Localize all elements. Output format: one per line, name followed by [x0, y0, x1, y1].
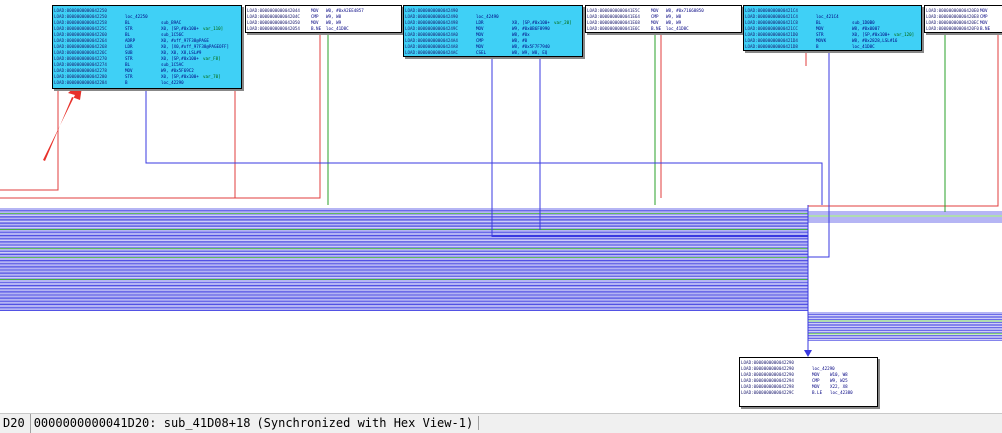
asm-mn: B.NE: [311, 26, 322, 31]
status-sync: (Synchronized with Hex View-1): [256, 416, 474, 430]
code-block-loc_421C4[interactable]: LOAD:00000000000421C4 LOAD:00000000000421…: [743, 5, 922, 51]
asm-op: loc_42290: [161, 80, 184, 85]
edge-false-n6: [808, 31, 999, 207]
code-block-42044[interactable]: LOAD:0000000000042044 MOV W0, #0xA2EE4857 L…: [245, 5, 402, 33]
asm-line[interactable]: LOAD:0000000000041E6C B.NE loc_41D8C: [586, 26, 741, 32]
asm-mn: B: [476, 56, 479, 57]
asm-addr: LOAD:0000000000041E6C: [587, 26, 640, 31]
asm-addr: LOAD:00000000000420F0: [926, 26, 979, 31]
asm-mn: B.NE: [980, 26, 991, 31]
asm-addr: LOAD:00000000000421D8: [745, 44, 798, 49]
asm-line[interactable]: LOAD:0000000000042054 B.NE loc_41D8C: [246, 26, 401, 32]
code-block-loc_42490[interactable]: LOAD:0000000000042490 LOAD:00000000000424…: [403, 5, 583, 57]
edge-false-n1: [0, 87, 59, 191]
status-cursor-short: D20: [3, 416, 25, 430]
edge-uncond-n1: [145, 87, 823, 205]
asm-line[interactable]: LOAD:000000000004229C B.LE loc_42380: [740, 390, 877, 396]
asm-addr: LOAD:00000000000424B0: [405, 56, 458, 57]
asm-addr: LOAD:0000000000042284: [54, 80, 107, 85]
status-divider: [478, 416, 480, 430]
code-block-41E5C[interactable]: LOAD:0000000000041E5C MOV W8, #0x71668850 L…: [585, 5, 742, 33]
asm-op: loc_41D8C: [326, 26, 349, 31]
asm-mn: B.NE: [651, 26, 662, 31]
edge-arrowhead: [804, 350, 812, 357]
asm-line[interactable]: LOAD:00000000000424B0 Bloc_41D8C: [404, 56, 582, 57]
asm-op: loc_41D8C: [666, 26, 689, 31]
code-block-loc_42250[interactable]: LOAD:0000000000042250 LOAD:00000000000422…: [52, 5, 242, 89]
asm-line[interactable]: LOAD:00000000000420F0 B.NE: [925, 26, 1002, 32]
status-location: 0000000000041D20: sub_41D08+18: [29, 414, 254, 433]
code-block-420E0[interactable]: LOAD:00000000000420E0 MOV LOAD:00000000000…: [924, 5, 1002, 33]
asm-mn: B: [816, 44, 819, 49]
asm-mn: B: [125, 80, 128, 85]
asm-line[interactable]: LOAD:00000000000421D8 Bloc_41D8C: [744, 44, 921, 50]
red-arrow-shape: [43, 80, 83, 161]
edge-uncond-n5: [808, 49, 830, 258]
code-block-loc_42290[interactable]: LOAD:0000000000042290 LOAD:00000000000422…: [739, 357, 878, 407]
asm-addr: LOAD:0000000000042054: [247, 26, 300, 31]
asm-addr: LOAD:000000000004229C: [741, 390, 794, 395]
red-arrow-annotation: [43, 80, 83, 161]
asm-line[interactable]: LOAD:0000000000042284 Bloc_42290: [53, 80, 241, 86]
asm-op: loc_41D8C: [852, 44, 875, 49]
status-bar: D20 0000000000041D20: sub_41D08+18 (Synchr…: [0, 413, 1002, 433]
asm-mn: B.LE: [812, 390, 823, 395]
asm-op: loc_41D8C: [512, 56, 535, 57]
asm-op: loc_42380: [830, 390, 853, 395]
